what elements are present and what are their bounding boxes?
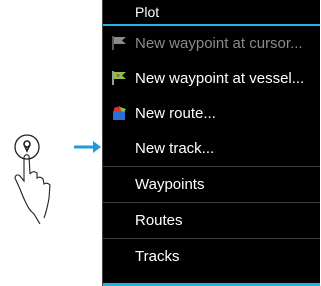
menu-item-new-track[interactable]: New track... — [103, 131, 320, 166]
route-icon — [113, 106, 126, 120]
tap-gesture-illustration — [14, 134, 101, 225]
right-arrow-icon — [74, 141, 101, 153]
menu-item-new-waypoint-at-cursor[interactable]: New waypoint at cursor... — [103, 26, 320, 61]
menu-item-label: New track... — [135, 140, 215, 157]
plot-context-menu: Plot New waypoint at cursor... New waypo… — [102, 0, 320, 286]
menu-item-label: New waypoint at vessel... — [135, 70, 305, 87]
menu-item-label: Waypoints — [135, 176, 205, 193]
waypoint-flag-icon — [112, 36, 126, 50]
location-pin-icon — [14, 134, 40, 160]
menu-item-waypoints[interactable]: Waypoints — [103, 166, 320, 202]
menu-item-label: Routes — [135, 212, 183, 229]
menu-item-tracks[interactable]: Tracks — [103, 238, 320, 274]
menu-item-label: New route... — [135, 105, 216, 122]
menu-item-label: New waypoint at cursor... — [135, 35, 303, 52]
menu-item-new-waypoint-at-vessel[interactable]: New waypoint at vessel... — [103, 61, 320, 96]
menu-title: Plot — [103, 0, 320, 26]
tap-finger-icon — [14, 154, 51, 225]
menu-item-routes[interactable]: Routes — [103, 202, 320, 238]
menu-item-new-route[interactable]: New route... — [103, 96, 320, 131]
menu-item-label: Tracks — [135, 248, 180, 265]
waypoint-flag-icon — [112, 71, 126, 85]
